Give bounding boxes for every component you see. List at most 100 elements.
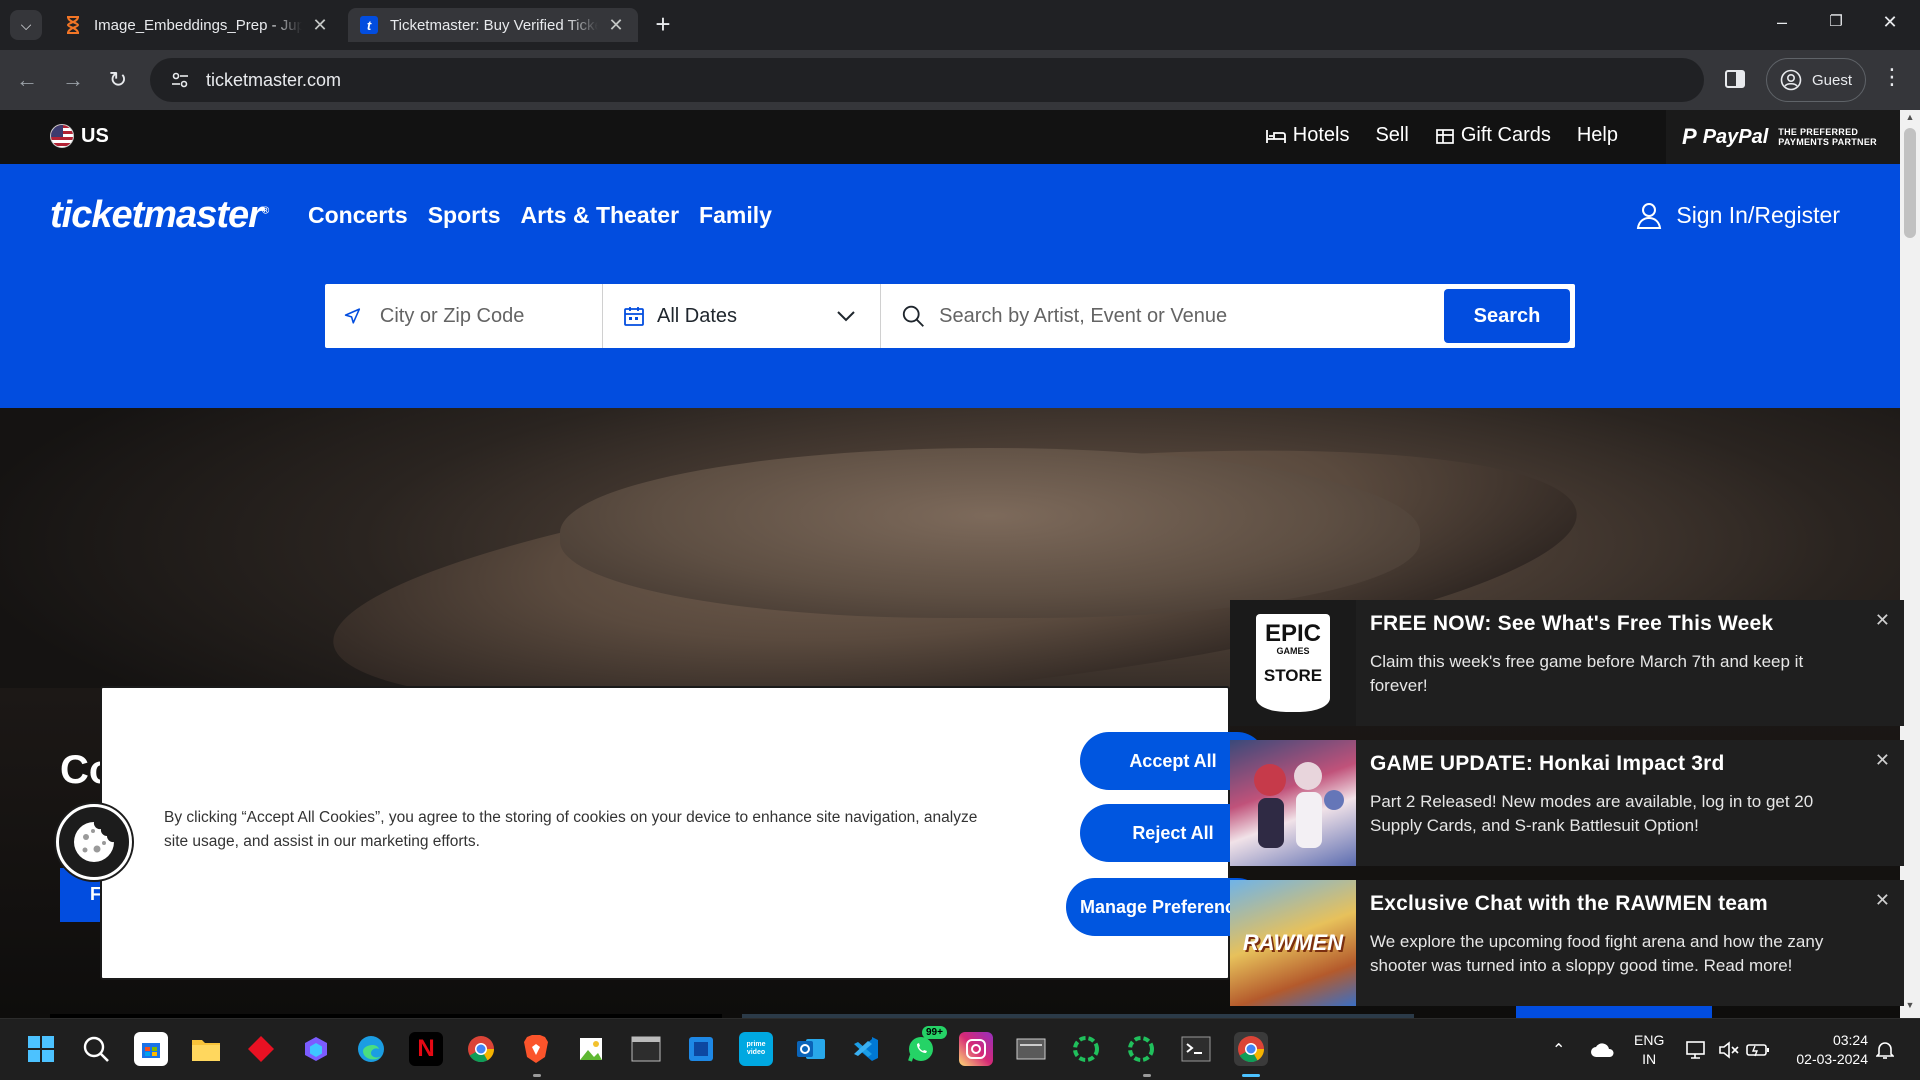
outlook-icon[interactable] xyxy=(794,1032,828,1066)
hotels-link[interactable]: Hotels xyxy=(1265,124,1349,147)
gray-app-icon[interactable] xyxy=(1014,1032,1048,1066)
volume-muted-icon[interactable] xyxy=(1718,1019,1740,1080)
sign-in-register[interactable]: Sign In/Register xyxy=(1634,200,1840,230)
vscode-icon[interactable] xyxy=(849,1032,883,1066)
network-icon[interactable] xyxy=(1686,1019,1708,1080)
epic-games-shield-icon: EPIC GAMES STORE xyxy=(1256,614,1330,712)
blue-app-icon[interactable] xyxy=(684,1032,718,1066)
help-link[interactable]: Help xyxy=(1577,124,1618,147)
registered-mark: ® xyxy=(261,205,269,217)
back-button[interactable]: ← xyxy=(10,63,44,97)
reload-button[interactable]: ↻ xyxy=(101,63,135,97)
profile-button[interactable]: Guest xyxy=(1766,58,1866,102)
start-button[interactable] xyxy=(24,1032,58,1066)
scroll-up-icon[interactable]: ▲ xyxy=(1900,112,1920,128)
browser-menu-button[interactable]: ⋮ xyxy=(1880,64,1904,90)
close-icon[interactable]: ✕ xyxy=(1875,750,1890,771)
input-language-indicator[interactable]: ENG IN xyxy=(1634,1031,1664,1069)
onedrive-icon[interactable] xyxy=(1590,1019,1616,1080)
gift-cards-link[interactable]: Gift Cards xyxy=(1435,124,1551,147)
window-close-button[interactable]: ✕ xyxy=(1870,12,1910,33)
epic-logo-line-1: EPIC xyxy=(1264,620,1321,647)
address-bar[interactable]: ticketmaster.com xyxy=(150,58,1704,102)
side-panel-icon xyxy=(1725,70,1745,88)
green-ring-app-icon-2[interactable] xyxy=(1124,1032,1158,1066)
brave-icon[interactable] xyxy=(519,1032,553,1066)
clock-date: 02-03-2024 xyxy=(1796,1051,1868,1067)
anime-characters-icon xyxy=(1254,762,1344,848)
notification-toast[interactable]: EPIC GAMES STORE FREE NOW: See What's Fr… xyxy=(1230,600,1904,726)
keyword-input[interactable] xyxy=(939,304,1444,328)
close-icon[interactable]: ✕ xyxy=(310,15,330,36)
keyword-field[interactable] xyxy=(881,284,1444,348)
tab-ticketmaster[interactable]: t Ticketmaster: Buy Verified Tickets ✕ xyxy=(348,8,638,42)
side-panel-button[interactable] xyxy=(1722,66,1750,94)
notification-toast[interactable]: RAWMEN Exclusive Chat with the RAWMEN te… xyxy=(1230,880,1904,1006)
paypal-logo-icon: P xyxy=(1682,124,1697,149)
tab-title: Ticketmaster: Buy Verified Tickets xyxy=(390,16,598,34)
system-clock[interactable]: 03:24 02-03-2024 xyxy=(1780,1031,1868,1069)
site-info-icon[interactable] xyxy=(168,68,192,92)
nav-family[interactable]: Family xyxy=(699,202,772,229)
arrow-right-icon: → xyxy=(62,67,84,92)
chrome-active-icon[interactable] xyxy=(1234,1032,1268,1066)
cookie-settings-button[interactable] xyxy=(56,804,132,880)
nav-sports[interactable]: Sports xyxy=(428,202,501,229)
location-field[interactable] xyxy=(325,284,603,348)
notification-toast[interactable]: GAME UPDATE: Honkai Impact 3rd Part 2 Re… xyxy=(1230,740,1904,866)
ticketmaster-logo[interactable]: ticketmaster® xyxy=(50,194,269,237)
microsoft-store-icon[interactable] xyxy=(134,1032,168,1066)
file-explorer-icon[interactable] xyxy=(189,1032,223,1066)
chevron-down-icon: ⌵ xyxy=(20,16,32,33)
rawmen-logo-text: RAWMEN xyxy=(1242,930,1344,955)
country-selector[interactable]: US xyxy=(81,125,109,148)
battery-icon[interactable] xyxy=(1746,1019,1770,1080)
command-prompt-icon[interactable] xyxy=(1179,1032,1213,1066)
epic-logo-line-3: STORE xyxy=(1263,666,1323,685)
red-app-icon[interactable] xyxy=(244,1032,278,1066)
date-value: All Dates xyxy=(657,304,738,327)
notification-text: Part 2 Released! New modes are available… xyxy=(1370,792,1814,835)
search-button[interactable]: Search xyxy=(1444,289,1570,343)
search-button[interactable] xyxy=(79,1032,113,1066)
netflix-icon[interactable]: N xyxy=(409,1032,443,1066)
new-tab-button[interactable]: + xyxy=(648,10,678,40)
date-dropdown[interactable]: All Dates xyxy=(603,284,881,348)
instagram-icon[interactable] xyxy=(959,1032,993,1066)
notification-bell-icon[interactable] xyxy=(1876,1019,1894,1080)
nav-arts-theater[interactable]: Arts & Theater xyxy=(521,202,679,229)
cookie-icon xyxy=(74,822,114,862)
gift-card-icon xyxy=(1435,128,1454,144)
tab-search-button[interactable]: ⌵ xyxy=(10,10,42,40)
copilot-icon[interactable] xyxy=(299,1032,333,1066)
scroll-thumb[interactable] xyxy=(1904,128,1916,238)
restore-button[interactable]: ❐ xyxy=(1816,12,1856,30)
photo-app-icon[interactable] xyxy=(574,1032,608,1066)
paypal-wordmark: PayPal xyxy=(1702,125,1769,148)
nav-concerts[interactable]: Concerts xyxy=(308,202,408,229)
paypal-partner-badge[interactable]: P PayPal THE PREFERRED PAYMENTS PARTNER xyxy=(1666,110,1900,164)
close-icon[interactable]: ✕ xyxy=(1875,610,1890,631)
show-hidden-icons-button[interactable]: ⌃ xyxy=(1552,1019,1565,1080)
gift-cards-label: Gift Cards xyxy=(1460,124,1551,146)
chrome-icon[interactable] xyxy=(464,1032,498,1066)
notification-body: Exclusive Chat with the RAWMEN team We e… xyxy=(1356,880,1904,1006)
terminal-window-icon[interactable] xyxy=(629,1032,663,1066)
location-input[interactable] xyxy=(379,304,602,328)
tab-jupyter[interactable]: Image_Embeddings_Prep - Jupyter Notebook… xyxy=(52,8,342,42)
search-icon xyxy=(902,305,924,327)
ticketmaster-t-icon: t xyxy=(360,16,378,34)
green-ring-app-icon[interactable] xyxy=(1069,1032,1103,1066)
forward-button[interactable]: → xyxy=(56,63,90,97)
close-icon[interactable]: ✕ xyxy=(606,15,626,36)
minimize-button[interactable]: – xyxy=(1762,12,1802,33)
notification-body: GAME UPDATE: Honkai Impact 3rd Part 2 Re… xyxy=(1356,740,1904,866)
us-flag-icon[interactable] xyxy=(50,124,74,148)
honkai-impact-image xyxy=(1230,740,1356,866)
windows-taskbar: N prime video 99+ ⌃ ENG IN 03:24 02-03-2… xyxy=(0,1018,1920,1080)
edge-icon[interactable] xyxy=(354,1032,388,1066)
prime-video-icon[interactable]: prime video xyxy=(739,1032,773,1066)
close-icon[interactable]: ✕ xyxy=(1875,890,1890,911)
sell-link[interactable]: Sell xyxy=(1375,124,1408,147)
whatsapp-icon[interactable]: 99+ xyxy=(904,1026,947,1066)
